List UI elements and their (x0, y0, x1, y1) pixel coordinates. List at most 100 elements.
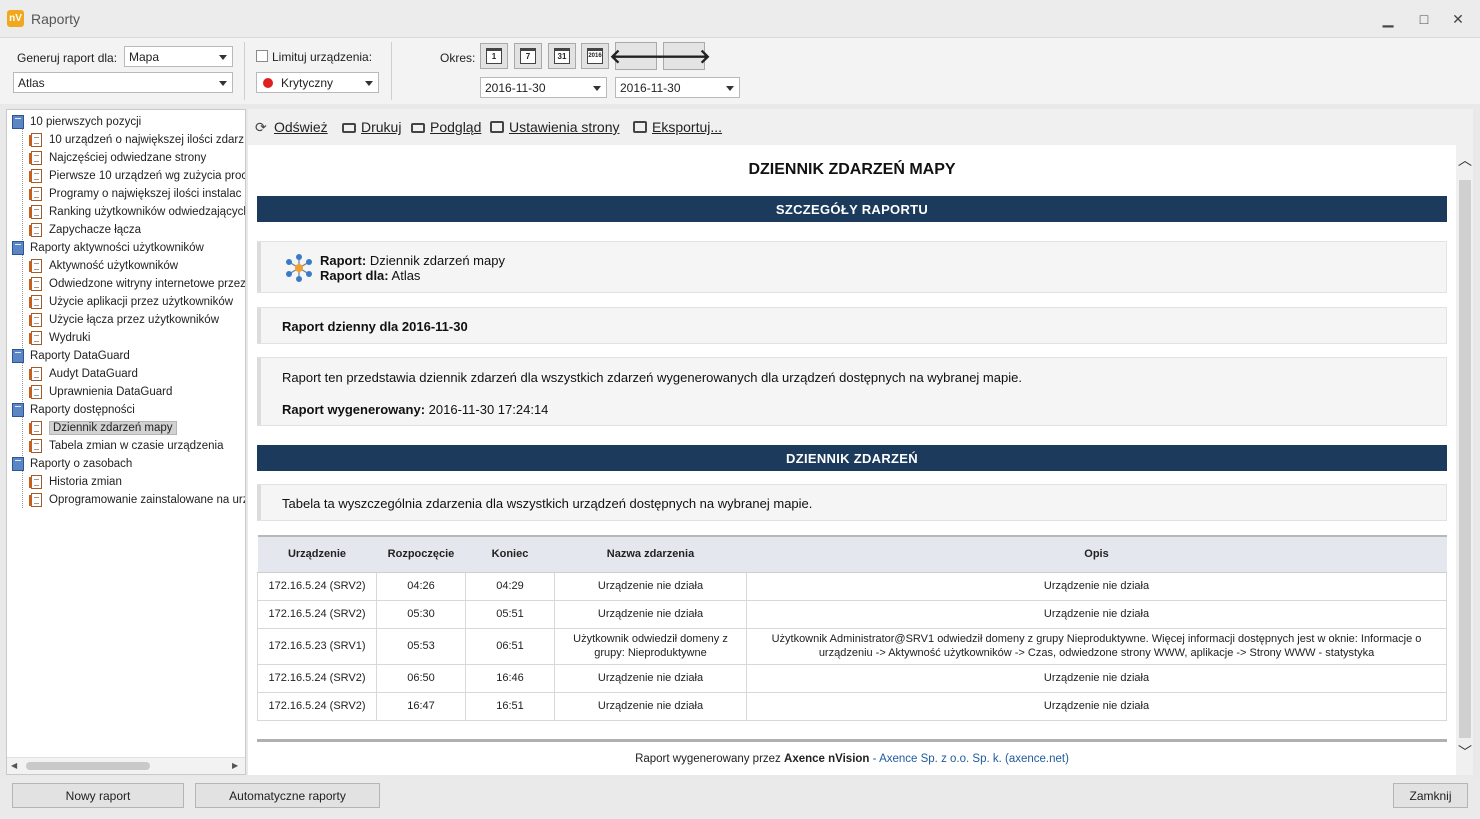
maximize-button[interactable]: □ (1413, 8, 1435, 30)
scrollbar-thumb[interactable] (26, 762, 150, 770)
tree-item[interactable]: Programy o największej ilości instalac (29, 185, 241, 203)
report-viewer: DZIENNIK ZDARZEŃ MAPY SZCZEGÓŁY RAPORTU … (248, 145, 1456, 775)
cell-description: Urządzenie nie działa (746, 599, 1447, 629)
date-to-picker[interactable]: 2016-11-30 (615, 77, 740, 98)
tree-item[interactable]: Zapychacze łącza (29, 221, 141, 239)
tree-item[interactable]: Historia zmian (29, 473, 122, 491)
tree-item[interactable]: Użycie aplikacji przez użytkowników (29, 293, 233, 311)
report-icon (29, 475, 42, 489)
next-period-button[interactable]: 🡒 (657, 42, 711, 70)
limit-devices-checkbox[interactable] (256, 50, 268, 62)
tree-item-label: 10 urządzeń o największej ilości zdarz (49, 134, 244, 146)
report-icon (29, 493, 42, 507)
tree-line (22, 128, 23, 508)
tree-group-label: Raporty DataGuard (30, 350, 130, 362)
cell-end: 05:51 (465, 599, 555, 629)
critical-dot-icon (263, 78, 273, 88)
cell-end: 16:46 (465, 663, 555, 693)
page-setup-button[interactable]: Ustawienia strony (490, 119, 620, 135)
close-button[interactable]: Zamknij (1393, 783, 1468, 808)
date-from-value: 2016-11-30 (485, 81, 546, 95)
tree-horizontal-scrollbar[interactable]: ◀ ▶ (7, 757, 245, 774)
scroll-left-icon[interactable]: ◀ (11, 761, 17, 770)
period-day-button[interactable]: 1 (480, 43, 508, 69)
report-actions-toolbar: ⟳ Odśwież Drukuj Podgląd Ustawienia stron… (248, 109, 1473, 145)
scroll-up-icon[interactable]: ︿ (1458, 153, 1472, 167)
tree-group-availability[interactable]: Raporty dostępności (12, 401, 135, 419)
tree-item[interactable]: Aktywność użytkowników (29, 257, 178, 275)
table-row: 172.16.5.24 (SRV2) 06:50 16:46 Urządzeni… (257, 663, 1447, 693)
period-week-button[interactable]: 7 (514, 43, 542, 69)
events-description: Tabela ta wyszczególnia zdarzenia dla ws… (282, 496, 813, 511)
close-window-button[interactable]: ✕ (1447, 8, 1469, 30)
refresh-button[interactable]: ⟳ Odśwież (255, 119, 328, 135)
tree-item[interactable]: Uprawnienia DataGuard (29, 383, 172, 401)
table-row: 172.16.5.24 (SRV2) 05:30 05:51 Urządzeni… (257, 599, 1447, 629)
tree-item[interactable]: 10 urządzeń o największej ilości zdarz (29, 131, 244, 149)
tree-group-top10[interactable]: 10 pierwszych pozycji (12, 113, 141, 131)
print-button[interactable]: Drukuj (342, 119, 401, 135)
new-report-label: Nowy raport (65, 788, 131, 803)
tree-item-selected[interactable]: Dziennik zdarzeń mapy (29, 419, 177, 437)
chevron-down-icon (726, 86, 734, 91)
period-label: Okres: (440, 51, 476, 65)
report-settings-toolbar: Generuj raport dla: Mapa Atlas Limituj u… (0, 38, 1480, 104)
cell-event-name: Urządzenie nie działa (554, 663, 747, 693)
report-name-label: Raport: (320, 253, 367, 268)
generated-value: 2016-11-30 17:24:14 (428, 402, 549, 417)
tree-item[interactable]: Pierwsze 10 urządzeń wg zużycia proc (29, 167, 246, 185)
scroll-down-icon[interactable]: ﹀ (1458, 745, 1472, 759)
scope-select[interactable]: Mapa (124, 46, 233, 67)
footer-company-link[interactable]: Axence Sp. z o.o. Sp. k. (axence.net) (879, 753, 1069, 765)
date-from-picker[interactable]: 2016-11-30 (480, 77, 607, 98)
tree-group-assets[interactable]: Raporty o zasobach (12, 455, 132, 473)
toolbar-divider (391, 42, 392, 100)
tree-item[interactable]: Tabela zmian w czasie urządzenia (29, 437, 224, 455)
tree-item[interactable]: Oprogramowanie zainstalowane na urz (29, 491, 245, 509)
preview-button[interactable]: Podgląd (411, 119, 481, 135)
report-icon (29, 313, 42, 327)
report-footer: Raport wygenerowany przez Axence nVision… (248, 753, 1456, 765)
cell-event-name: Urządzenie nie działa (554, 571, 747, 601)
previous-period-button[interactable]: 🡐 (609, 42, 663, 70)
scrollbar-thumb[interactable] (1459, 180, 1471, 738)
new-report-button[interactable]: Nowy raport (12, 783, 184, 808)
tree-group-dataguard[interactable]: Raporty DataGuard (12, 347, 130, 365)
period-month-button[interactable]: 31 (548, 43, 576, 69)
tree-item-label: Wydruki (49, 332, 91, 344)
column-header: Urządzenie (257, 535, 377, 573)
calendar-year-icon: 2016 (587, 48, 603, 64)
scroll-right-icon[interactable]: ▶ (232, 761, 238, 770)
tree-item-label: Pierwsze 10 urządzeń wg zużycia proc (49, 170, 246, 182)
severity-select[interactable]: Krytyczny (256, 72, 379, 93)
export-button[interactable]: Eksportuj... (633, 119, 722, 135)
book-icon (12, 457, 24, 471)
minimize-button[interactable]: ▁ (1377, 8, 1399, 30)
generate-for-label: Generuj raport dla: (17, 51, 118, 65)
tree-item[interactable]: Najczęściej odwiedzane strony (29, 149, 207, 167)
generated-line: Raport wygenerowany: 2016-11-30 17:24:14 (282, 402, 548, 417)
tree-item-label: Najczęściej odwiedzane strony (49, 152, 207, 164)
report-icon (29, 151, 42, 165)
calendar-week-icon: 7 (520, 48, 536, 64)
table-header-row: Urządzenie Rozpoczęcie Koniec Nazwa zdar… (257, 535, 1447, 573)
cell-start: 04:26 (376, 571, 466, 601)
close-label: Zamknij (1409, 788, 1452, 803)
limit-devices-label: Limituj urządzenia: (272, 50, 373, 64)
tree-item[interactable]: Wydruki (29, 329, 91, 347)
tree-item[interactable]: Audyt DataGuard (29, 365, 138, 383)
map-select[interactable]: Atlas (13, 72, 233, 93)
report-icon (29, 169, 42, 183)
report-icon (29, 133, 42, 147)
tree-item[interactable]: Odwiedzone witryny internetowe przez (29, 275, 245, 293)
cell-start: 16:47 (376, 691, 466, 721)
tree-group-user-activity[interactable]: Raporty aktywności użytkowników (12, 239, 204, 257)
edit-page-icon (490, 121, 504, 133)
column-header: Nazwa zdarzenia (554, 535, 747, 573)
period-year-button[interactable]: 2016 (581, 43, 609, 69)
tree-item[interactable]: Użycie łącza przez użytkowników (29, 311, 219, 329)
tree-item[interactable]: Ranking użytkowników odwiedzających (29, 203, 246, 221)
report-icon (29, 187, 42, 201)
tree-item-label: Ranking użytkowników odwiedzających (49, 206, 246, 218)
automatic-reports-button[interactable]: Automatyczne raporty (195, 783, 380, 808)
